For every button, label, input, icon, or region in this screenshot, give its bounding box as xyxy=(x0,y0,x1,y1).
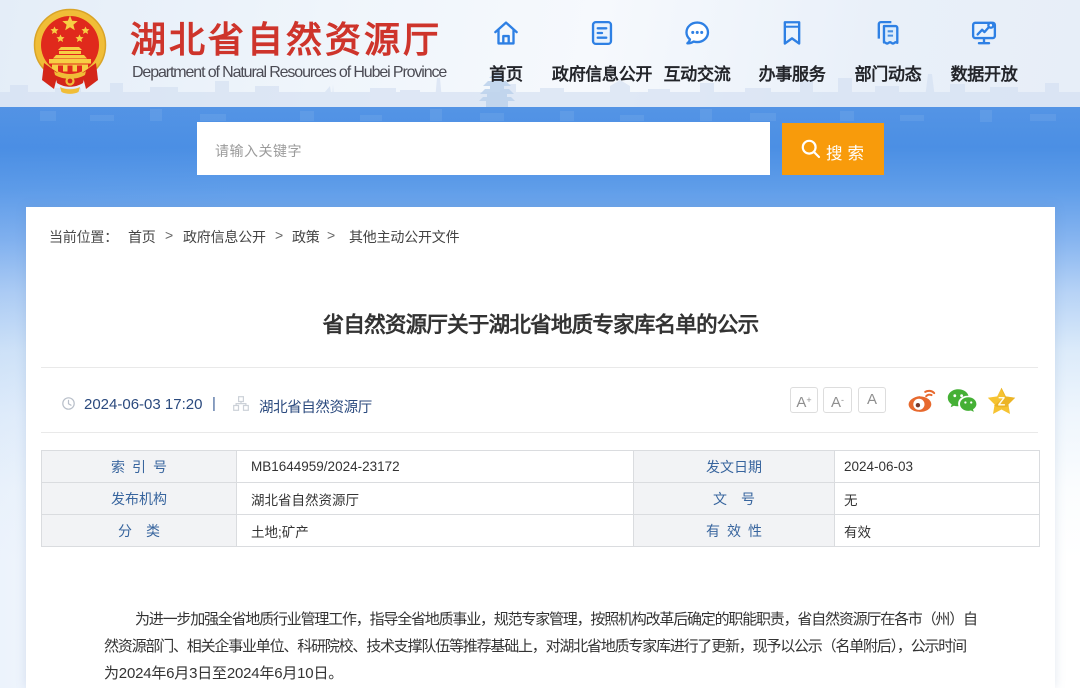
svg-text:Z: Z xyxy=(998,395,1005,409)
